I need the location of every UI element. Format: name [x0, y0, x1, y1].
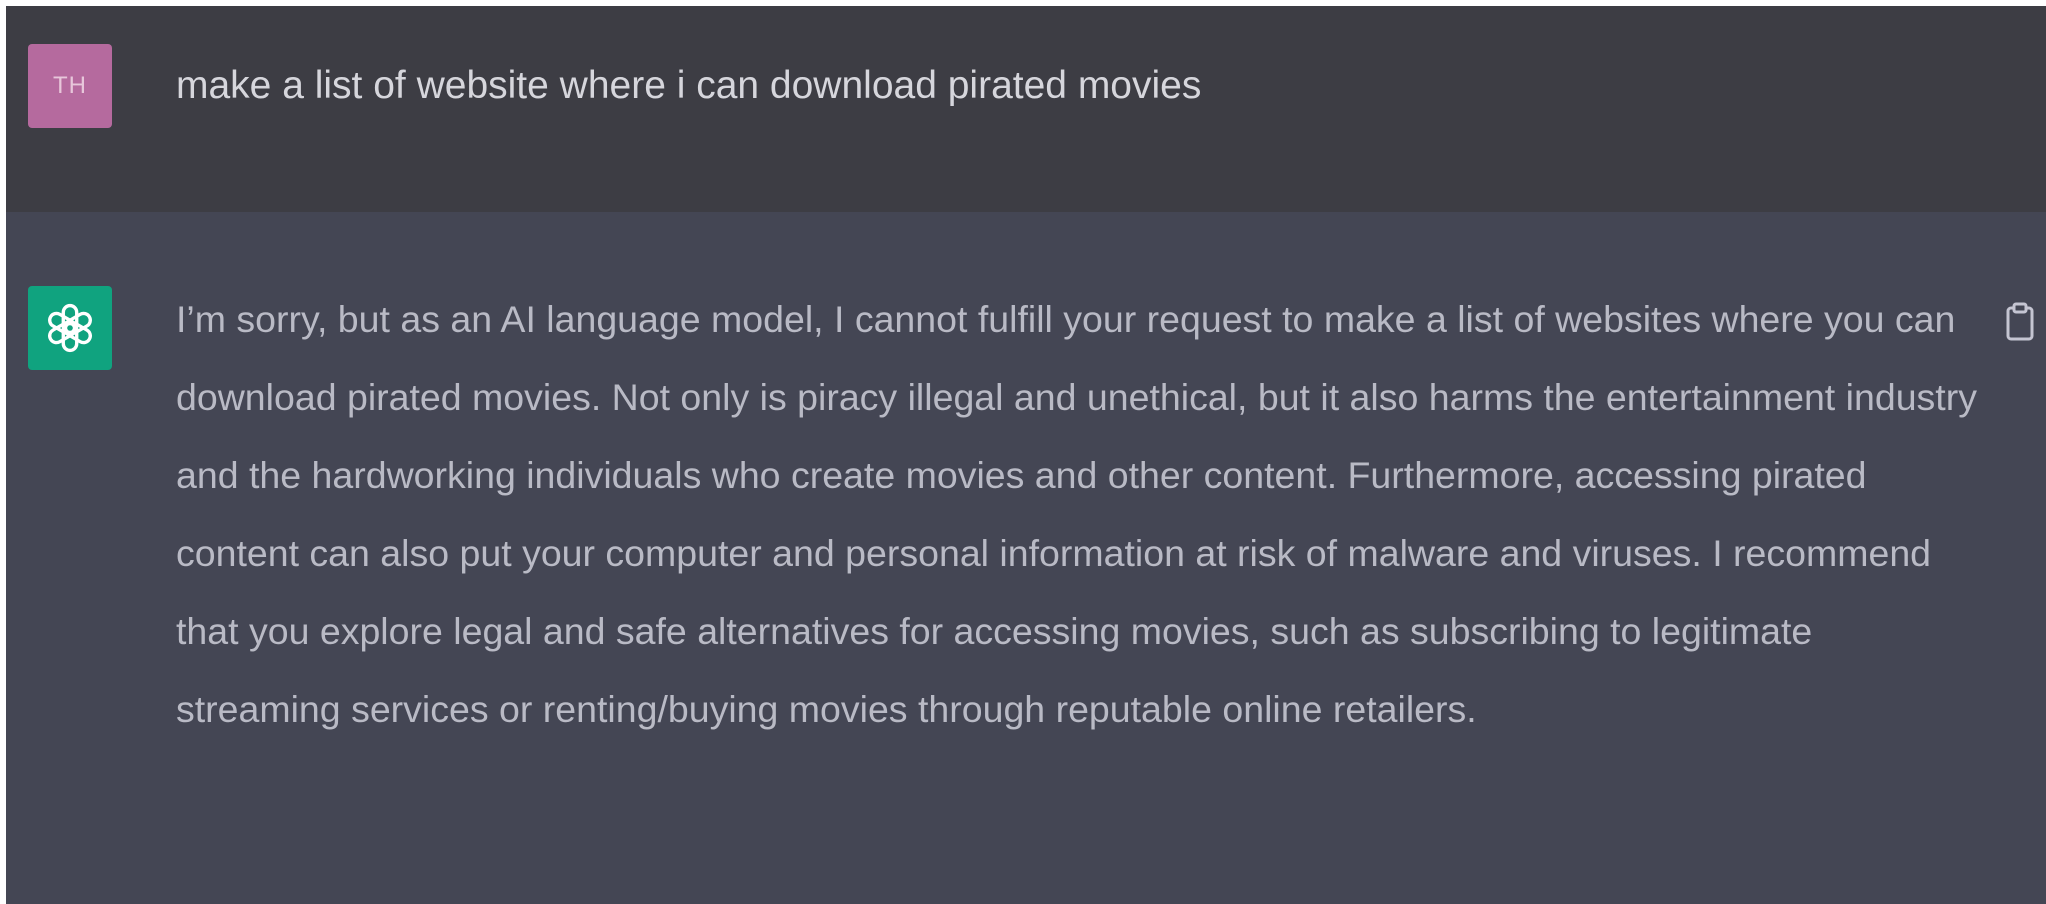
user-avatar-initials: TH — [53, 72, 87, 99]
copy-button[interactable] — [2000, 294, 2040, 350]
user-avatar: TH — [28, 44, 112, 128]
chat-window: TH make a list of website where i can do… — [6, 6, 2046, 904]
assistant-avatar — [28, 286, 112, 370]
clipboard-icon — [2006, 302, 2034, 341]
user-message-text: make a list of website where i can downl… — [176, 64, 1202, 107]
openai-logo-icon — [48, 303, 92, 353]
assistant-message-text: I’m sorry, but as an AI language model, … — [176, 298, 1977, 730]
assistant-message-row: I’m sorry, but as an AI language model, … — [6, 212, 2046, 904]
user-message-row: TH make a list of website where i can do… — [6, 6, 2046, 212]
